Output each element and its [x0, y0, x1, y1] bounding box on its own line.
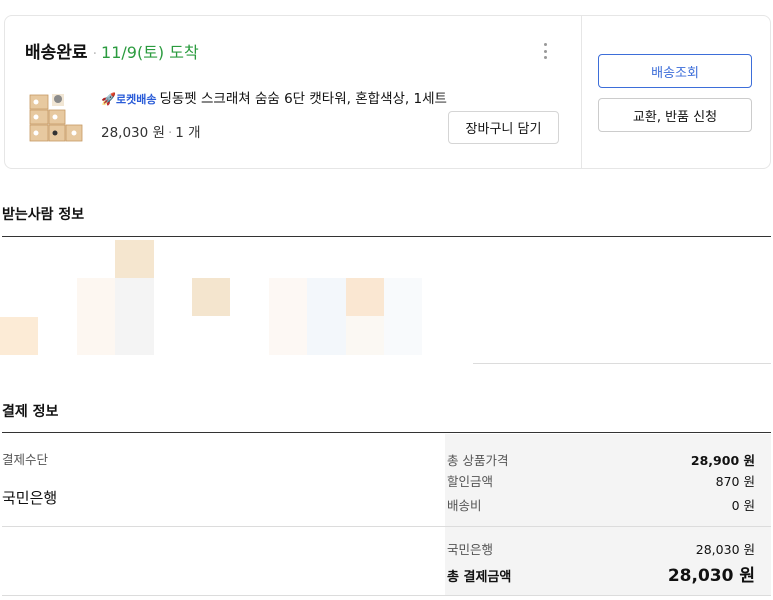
item-quantity: 1 개: [175, 125, 201, 141]
recipient-section-title: 받는사람 정보: [2, 207, 85, 223]
status-label: 배송완료: [25, 43, 88, 63]
redacted-block: [346, 278, 384, 316]
payment-divider: [2, 432, 771, 433]
bank-label: 국민은행: [447, 542, 494, 557]
recipient-bottom-rule: [473, 363, 771, 364]
redacted-block: [115, 278, 154, 355]
order-card: 배송완료 · 11/9(토) 도착 🚀로켓배송 딩동펫 스크래쳐 숨숨 6단 캣타워,…: [4, 15, 771, 169]
total-product-row: 총 상품가격 28,900 원: [447, 450, 755, 469]
payment-summary: 총 상품가격 28,900 원 할인금액 870 원 배송비 0 원 국민은행 …: [445, 434, 771, 595]
shipping-label: 배송비: [447, 498, 482, 513]
summary-divider: [445, 526, 771, 527]
return-exchange-button[interactable]: 교환, 반품 신청: [598, 98, 752, 132]
grand-total-value: 28,030 원: [667, 566, 755, 586]
add-to-cart-button[interactable]: 장바구니 담기: [448, 111, 559, 144]
payment-method-label: 결제수단: [2, 452, 49, 467]
status-separator: ·: [92, 46, 98, 62]
more-vertical-icon[interactable]: [536, 40, 554, 62]
discount-row: 할인금액 870 원: [447, 471, 755, 490]
track-delivery-button[interactable]: 배송조회: [598, 54, 752, 88]
payment-bottom-rule: [2, 595, 771, 596]
shipping-row: 배송비 0 원: [447, 495, 755, 514]
redacted-block: [115, 240, 154, 278]
grand-total-label: 총 결제금액: [447, 570, 512, 585]
redacted-block: [346, 316, 384, 355]
item-price-line: 28,030 원 · 1 개: [101, 121, 201, 141]
product-thumbnail[interactable]: [24, 85, 86, 147]
item-title[interactable]: 🚀로켓배송 딩동펫 스크래쳐 숨숨 6단 캣타워, 혼합색상, 1세트: [101, 87, 447, 107]
discount-value: 870 원: [715, 474, 755, 489]
item-price: 28,030 원: [101, 125, 165, 141]
price-separator: ·: [167, 125, 173, 141]
rocket-delivery-badge: 로켓배송: [115, 93, 157, 106]
redacted-block: [0, 317, 38, 355]
delivery-status: 배송완료 · 11/9(토) 도착: [25, 38, 199, 63]
arrival-date: 11/9(토) 도착: [101, 43, 199, 62]
redacted-block: [192, 278, 230, 316]
bank-value: 28,030 원: [695, 542, 755, 557]
card-divider: [581, 16, 582, 168]
shipping-value: 0 원: [731, 498, 755, 513]
item-name: 딩동펫 스크래쳐 숨숨 6단 캣타워, 혼합색상, 1세트: [159, 91, 447, 107]
recipient-divider: [2, 236, 771, 237]
rocket-icon: 🚀: [101, 92, 116, 106]
payment-left-rule: [2, 526, 445, 527]
payment-method-value: 국민은행: [2, 489, 58, 507]
bank-row: 국민은행 28,030 원: [447, 539, 755, 558]
total-product-label: 총 상품가격: [447, 453, 509, 468]
redacted-block: [307, 278, 346, 355]
grand-total-row: 총 결제금액 28,030 원: [447, 561, 755, 586]
redacted-block: [77, 278, 115, 355]
discount-label: 할인금액: [447, 474, 494, 489]
payment-section-title: 결제 정보: [2, 404, 59, 420]
redacted-block: [384, 278, 422, 355]
redacted-block: [269, 278, 307, 355]
total-product-value: 28,900 원: [690, 453, 755, 468]
